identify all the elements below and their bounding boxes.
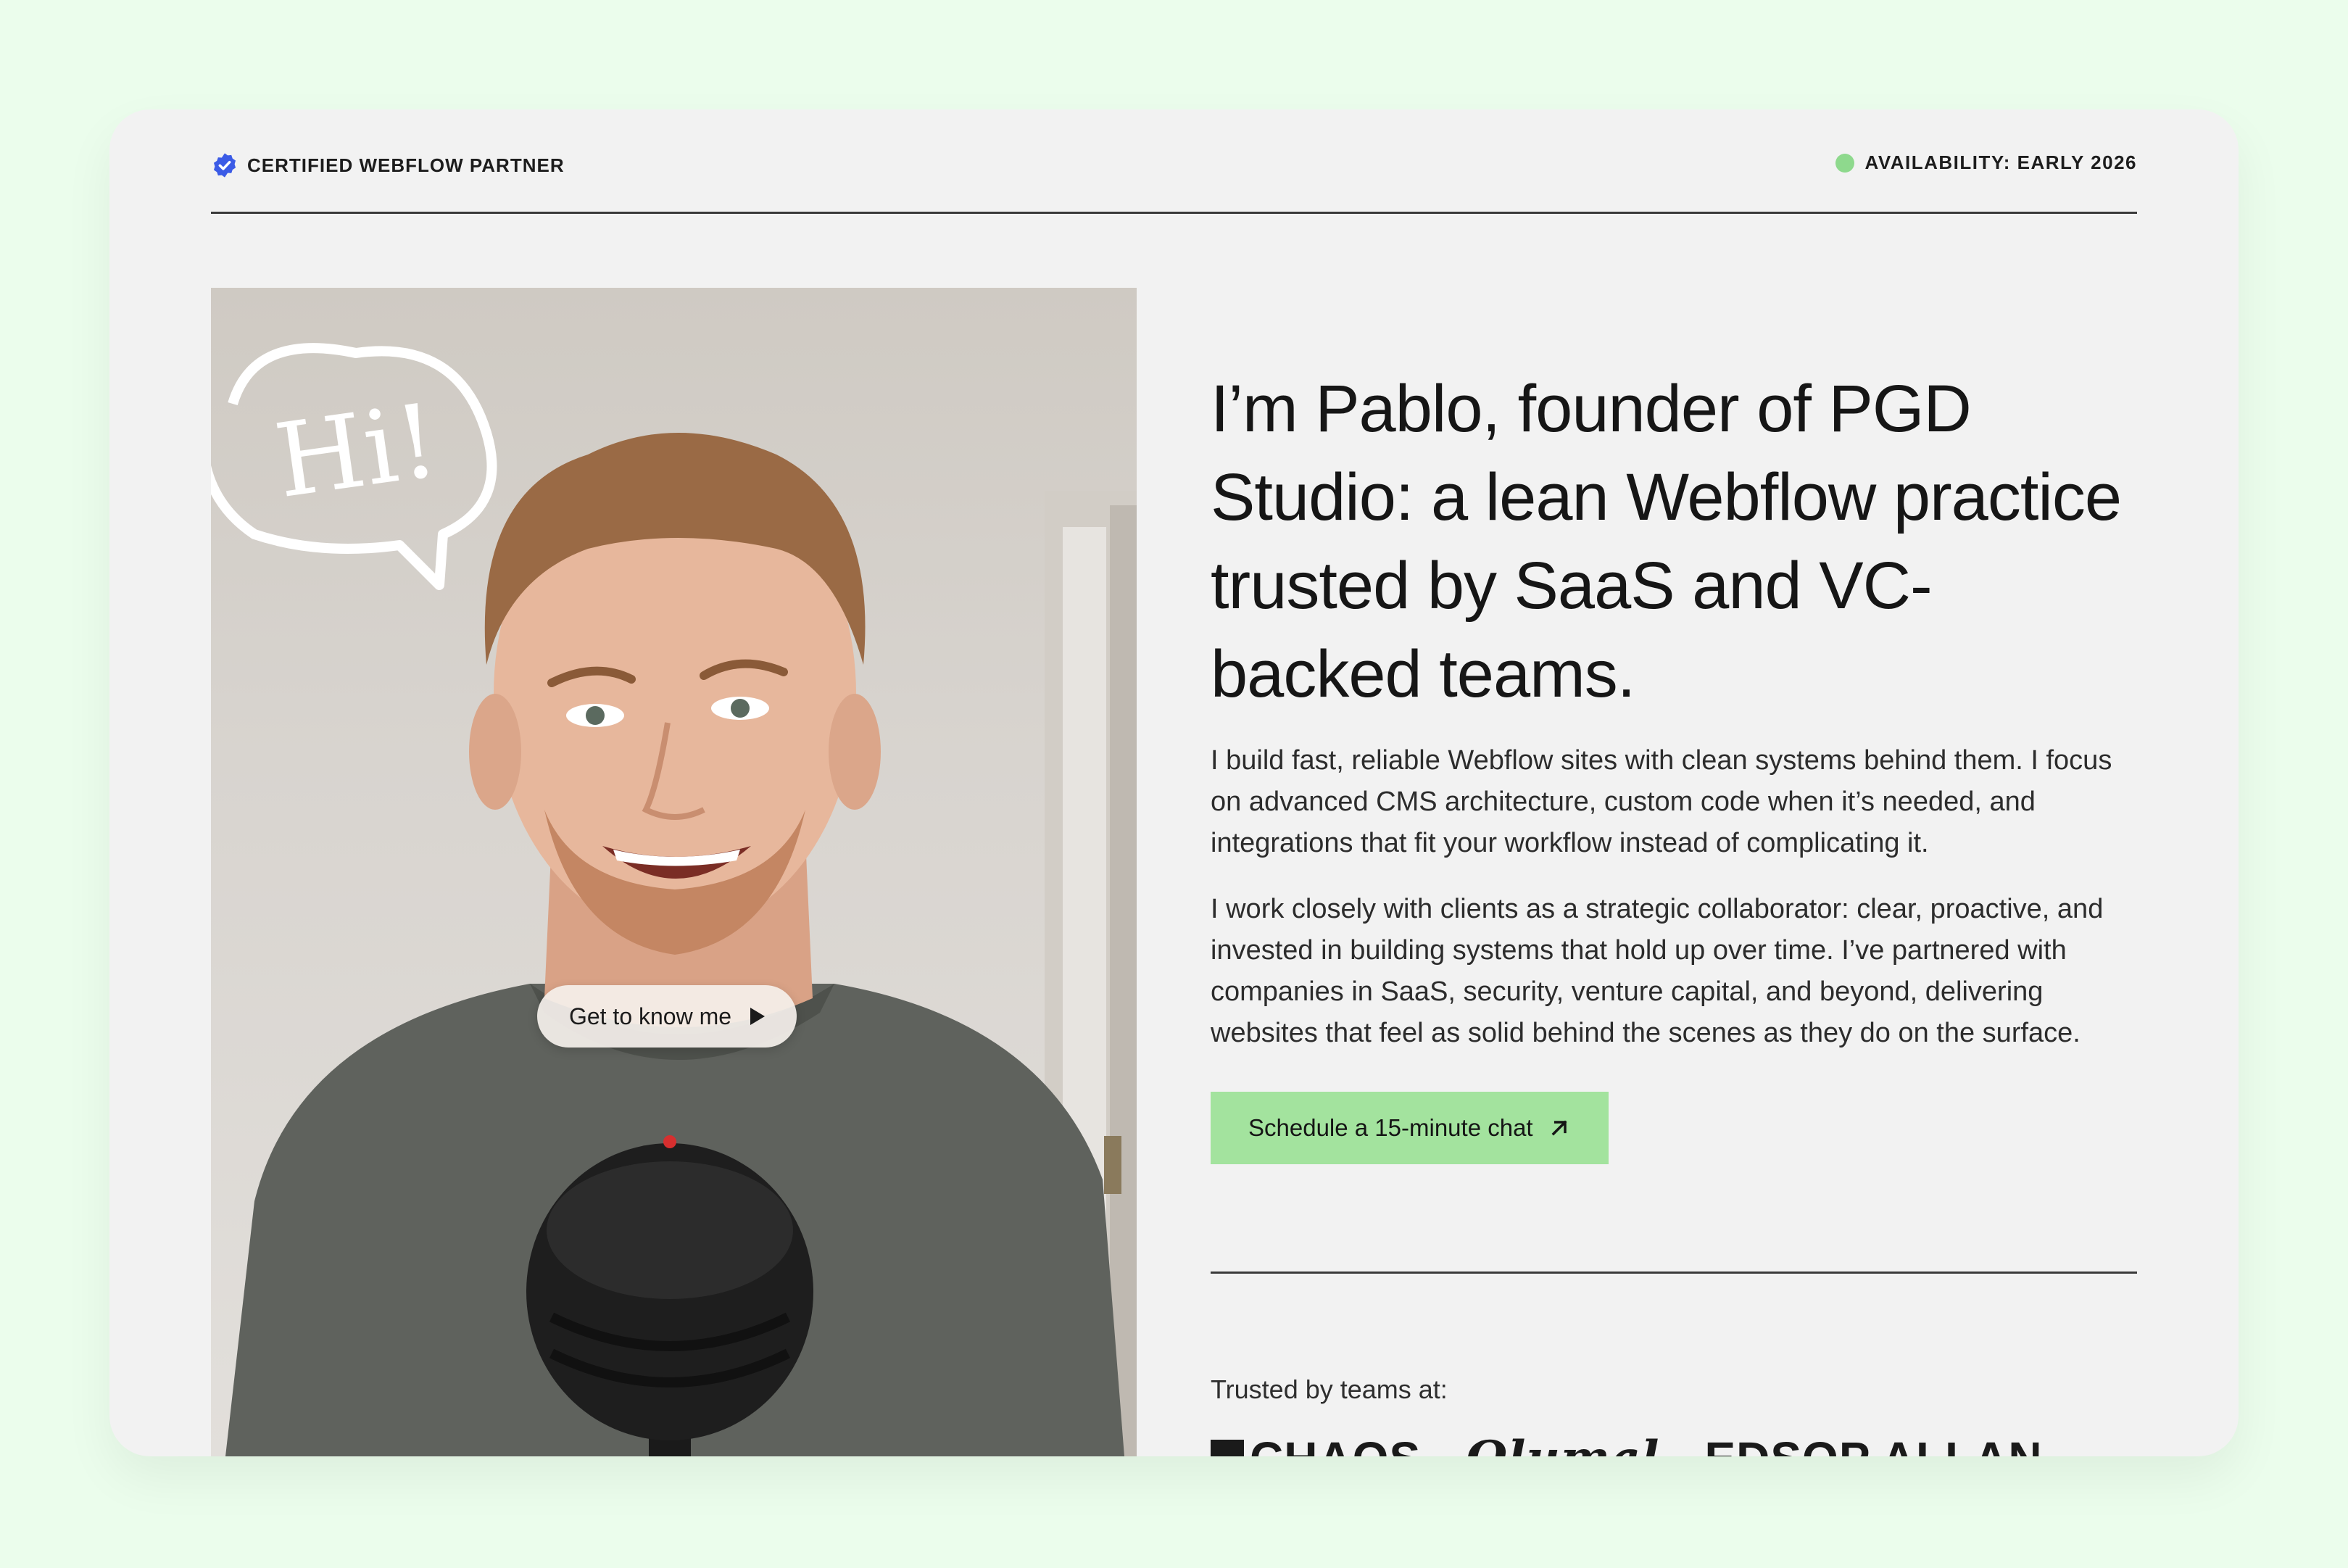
trusted-by-label: Trusted by teams at: bbox=[1211, 1374, 1448, 1404]
schedule-chat-button[interactable]: Schedule a 15-minute chat bbox=[1211, 1092, 1609, 1164]
arrow-up-right-icon bbox=[1551, 1120, 1567, 1136]
status-dot-icon bbox=[1835, 153, 1855, 173]
webflow-partner-badge: CERTIFIED WEBFLOW PARTNER bbox=[211, 152, 565, 179]
video-button-label: Get to know me bbox=[568, 1003, 732, 1029]
client-logo: EDSOP ALLAN bbox=[1704, 1435, 2042, 1456]
availability-status: AVAILABILITY: EARLY 2026 bbox=[1835, 152, 2137, 174]
play-icon bbox=[750, 1008, 766, 1025]
client-logo: CHAOS bbox=[1211, 1435, 1421, 1456]
top-divider bbox=[211, 212, 2137, 214]
hero-card: CERTIFIED WEBFLOW PARTNER AVAILABILITY: … bbox=[109, 109, 2239, 1456]
portrait-illustration: Hi! bbox=[211, 343, 1137, 1456]
get-to-know-me-button[interactable]: Get to know me bbox=[537, 985, 797, 1048]
client-logos: CHAOS Ωlumal EDSOP ALLAN bbox=[1211, 1435, 2137, 1456]
partner-label: CERTIFIED WEBFLOW PARTNER bbox=[247, 154, 565, 176]
intro-video-thumbnail[interactable]: Hi! Get to know me bbox=[211, 288, 1137, 1456]
hero-content: I’m Pablo, founder of PGD Studio: a lean… bbox=[1211, 365, 2137, 1164]
intro-paragraph-2: I work closely with clients as a strateg… bbox=[1211, 894, 2104, 1048]
section-divider bbox=[1211, 1272, 2137, 1274]
availability-label: AVAILABILITY: EARLY 2026 bbox=[1864, 152, 2137, 173]
speech-bubble-text: Hi! bbox=[268, 382, 445, 521]
intro-paragraph-1: I build fast, reliable Webflow sites wit… bbox=[1211, 745, 2112, 858]
chaos-logo-mark-icon bbox=[1211, 1440, 1244, 1456]
cta-label: Schedule a 15-minute chat bbox=[1248, 1114, 1533, 1141]
hero-headline: I’m Pablo, founder of PGD Studio: a lean… bbox=[1211, 372, 2122, 711]
top-bar: CERTIFIED WEBFLOW PARTNER AVAILABILITY: … bbox=[211, 149, 2137, 214]
verified-badge-icon bbox=[213, 153, 236, 178]
client-logo: Ωlumal bbox=[1466, 1435, 1659, 1456]
